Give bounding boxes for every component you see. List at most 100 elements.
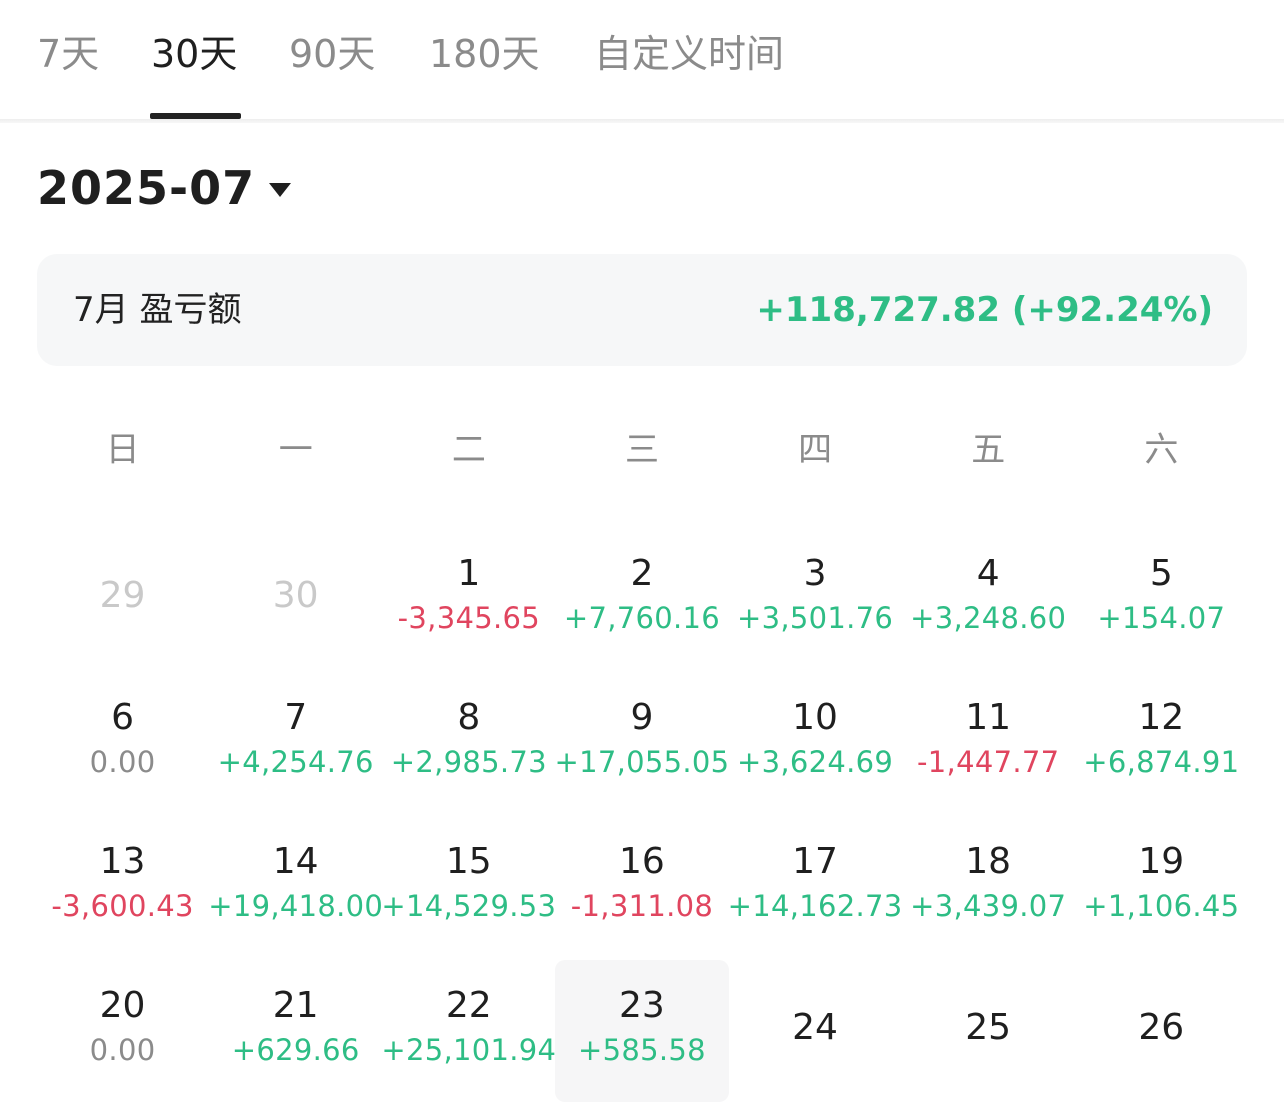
tab-custom-time[interactable]: 自定义时间	[594, 26, 784, 82]
day-cell[interactable]: 30	[209, 540, 382, 684]
weekday-fri: 五	[971, 430, 1006, 470]
day-cell[interactable]: 25	[902, 972, 1075, 1116]
day-cell[interactable]: 6 0.00	[36, 684, 209, 828]
summary-value: +118,727.82 (+92.24%)	[756, 290, 1213, 330]
day-number: 10	[792, 697, 838, 738]
day-cell[interactable]: 20 0.00	[36, 972, 209, 1116]
tabs-divider	[0, 119, 1284, 123]
day-number: 9	[630, 697, 654, 738]
tab-180d[interactable]: 180天	[429, 26, 540, 82]
day-number: 17	[792, 841, 838, 882]
day-pnl: +154.07	[1097, 601, 1226, 635]
day-cell[interactable]: 1 -3,345.65	[382, 540, 555, 684]
pnl-calendar: 29 30 1 -3,345.65 2 +7,760.16 3 +3,501.76 4…	[36, 540, 1248, 1116]
day-cell-today[interactable]: 23 +585.58	[555, 960, 729, 1102]
day-number: 15	[445, 841, 492, 882]
day-pnl: -3,600.43	[51, 889, 194, 923]
day-number: 5	[1149, 553, 1173, 594]
day-number: 30	[272, 575, 319, 616]
day-pnl: +25,101.94	[381, 1033, 557, 1067]
day-cell[interactable]: 13 -3,600.43	[36, 828, 209, 972]
day-cell[interactable]: 10 +3,624.69	[729, 684, 902, 828]
day-cell[interactable]: 5 +154.07	[1075, 540, 1248, 684]
month-value: 2025-07	[37, 161, 256, 215]
month-picker[interactable]: 2025-07	[37, 156, 292, 220]
day-number: 6	[111, 697, 135, 738]
day-pnl: +3,501.76	[736, 601, 894, 635]
day-pnl: 0.00	[89, 745, 156, 779]
week-row: 6 0.00 7 +4,254.76 8 +2,985.73 9 +17,055.05 …	[36, 684, 1248, 828]
weekday-thu: 四	[798, 430, 833, 470]
day-pnl: -3,345.65	[397, 601, 540, 635]
day-pnl: -1,447.77	[917, 745, 1060, 779]
day-pnl: +14,162.73	[727, 889, 903, 923]
day-cell[interactable]: 14 +19,418.00	[208, 828, 383, 972]
day-pnl: +3,248.60	[910, 601, 1067, 635]
day-number: 11	[965, 697, 1012, 738]
day-number: 7	[284, 697, 308, 738]
day-number: 18	[965, 841, 1012, 882]
day-cell[interactable]: 26	[1075, 972, 1248, 1116]
day-pnl: +2,985.73	[390, 745, 547, 779]
day-number: 29	[99, 575, 146, 616]
day-number: 1	[457, 553, 481, 594]
day-cell[interactable]: 21 +629.66	[209, 972, 382, 1116]
day-pnl: +1,106.45	[1083, 889, 1240, 923]
weekday-mon: 一	[278, 430, 313, 470]
weekday-sat: 六	[1144, 430, 1179, 470]
tab-90d[interactable]: 90天	[289, 26, 375, 82]
day-cell[interactable]: 11 -1,447.77	[902, 684, 1075, 828]
day-cell[interactable]: 9 +17,055.05	[554, 684, 729, 828]
day-cell[interactable]: 17 +14,162.73	[728, 828, 903, 972]
day-number: 12	[1138, 697, 1185, 738]
day-pnl: +4,254.76	[217, 745, 374, 779]
day-cell[interactable]: 18 +3,439.07	[902, 828, 1075, 972]
day-cell[interactable]: 16 -1,311.08	[555, 828, 728, 972]
day-number: 16	[619, 841, 665, 882]
day-pnl: +3,624.69	[736, 745, 894, 779]
day-number: 20	[99, 985, 146, 1026]
tab-30d[interactable]: 30天	[151, 26, 237, 82]
day-pnl: +585.58	[578, 1033, 706, 1067]
weekday-tue: 二	[451, 430, 486, 470]
day-cell[interactable]: 19 +1,106.45	[1075, 828, 1248, 972]
day-pnl: +19,418.00	[208, 889, 384, 923]
day-pnl: +3,439.07	[910, 889, 1067, 923]
day-number: 4	[976, 553, 1000, 594]
day-cell[interactable]: 4 +3,248.60	[902, 540, 1075, 684]
week-row: 13 -3,600.43 14 +19,418.00 15 +14,529.53 16…	[36, 828, 1248, 972]
day-cell[interactable]: 29	[36, 540, 209, 684]
day-number: 21	[272, 985, 319, 1026]
day-pnl: +7,760.16	[563, 601, 720, 635]
day-cell[interactable]: 3 +3,501.76	[729, 540, 902, 684]
caret-down-icon	[269, 183, 292, 197]
day-cell[interactable]: 24	[729, 972, 902, 1116]
week-row: 29 30 1 -3,345.65 2 +7,760.16 3 +3,501.76 4…	[36, 540, 1248, 684]
day-pnl: 0.00	[89, 1033, 156, 1067]
week-row: 20 0.00 21 +629.66 22 +25,101.94 23 +585.58 …	[36, 960, 1248, 1116]
day-pnl: +6,874.91	[1083, 745, 1240, 779]
day-number: 26	[1138, 1007, 1185, 1048]
day-cell[interactable]: 12 +6,874.91	[1075, 684, 1248, 828]
tab-7d[interactable]: 7天	[37, 26, 99, 82]
day-cell[interactable]: 7 +4,254.76	[209, 684, 382, 828]
day-cell[interactable]: 22 +25,101.94	[381, 972, 556, 1116]
day-number: 14	[272, 841, 319, 882]
day-pnl: +14,529.53	[381, 889, 557, 923]
day-number: 13	[99, 841, 146, 882]
day-number: 24	[792, 1007, 838, 1048]
weekday-wed: 三	[624, 430, 659, 470]
day-number: 3	[803, 553, 827, 594]
summary-label: 7月 盈亏额	[73, 290, 242, 330]
day-number: 23	[619, 985, 665, 1026]
day-number: 2	[630, 553, 654, 594]
day-cell[interactable]: 15 +14,529.53	[381, 828, 556, 972]
weekday-sun: 日	[105, 430, 140, 470]
day-pnl: -1,311.08	[570, 889, 714, 923]
day-number: 8	[457, 697, 481, 738]
day-cell[interactable]: 2 +7,760.16	[555, 540, 728, 684]
day-pnl: +629.66	[231, 1033, 360, 1067]
day-pnl: +17,055.05	[554, 745, 730, 779]
day-cell[interactable]: 8 +2,985.73	[382, 684, 555, 828]
time-range-tabs: 7天 30天 90天 180天 自定义时间	[0, 0, 1284, 120]
